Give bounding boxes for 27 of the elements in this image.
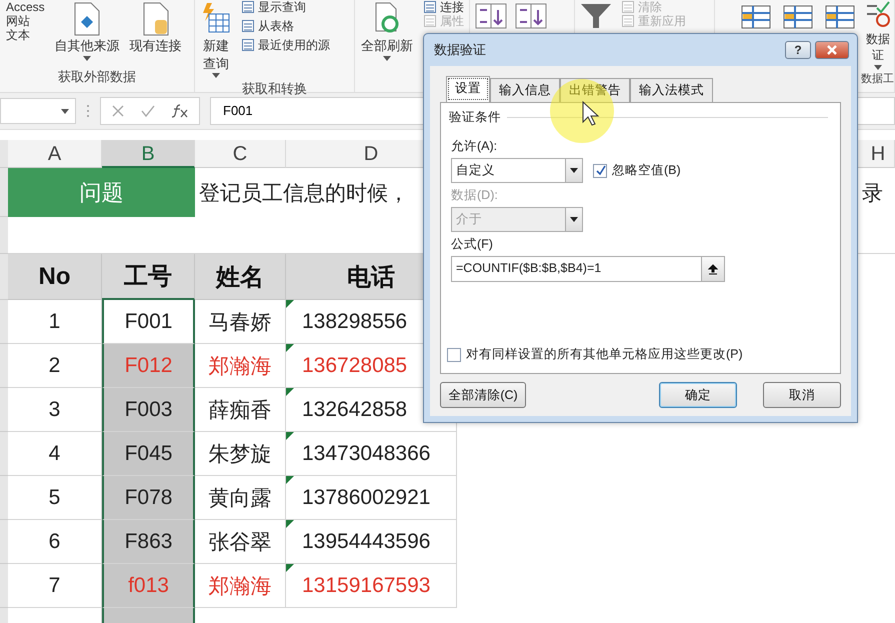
- group-label: 数据工: [860, 72, 894, 87]
- checkbox-label: 忽略空值(B): [612, 162, 681, 179]
- column-heading: 姓名: [195, 254, 286, 300]
- description-text: 录: [862, 180, 884, 206]
- table-cell: 薛痴香: [195, 388, 286, 432]
- field-label: 数据(D):: [451, 187, 499, 204]
- table-cell: 13473048366: [286, 432, 457, 476]
- table-cell: 张谷翠: [195, 520, 286, 564]
- table-cell: 1: [8, 300, 102, 344]
- window-title: 数据验证: [434, 41, 487, 59]
- table-cell: 马春娇: [195, 300, 286, 344]
- checkbox-label: 对有同样设置的所有其他单元格应用这些更改(P): [466, 346, 743, 363]
- group-label: 获取和转换: [241, 80, 308, 98]
- column-heading: No: [8, 254, 102, 300]
- table-cell: 13786002921: [286, 476, 457, 520]
- title-cell: 问题: [8, 168, 195, 217]
- table-cell: 朱梦旋: [195, 432, 286, 476]
- group-label: 验证条件: [449, 109, 501, 126]
- column-heading: 工号: [102, 254, 195, 300]
- table-cell: 13159167593: [286, 564, 457, 608]
- table-cell: 黄向露: [195, 476, 286, 520]
- table-cell: 13954443596: [286, 520, 457, 564]
- field-label: 公式(F): [451, 236, 494, 253]
- description-text: 登记员工信息的时候，: [198, 180, 410, 206]
- group-label: 获取外部数据: [57, 68, 137, 86]
- table-cell: 郑瀚海: [195, 564, 286, 608]
- table-cell: 郑瀚海: [195, 344, 286, 388]
